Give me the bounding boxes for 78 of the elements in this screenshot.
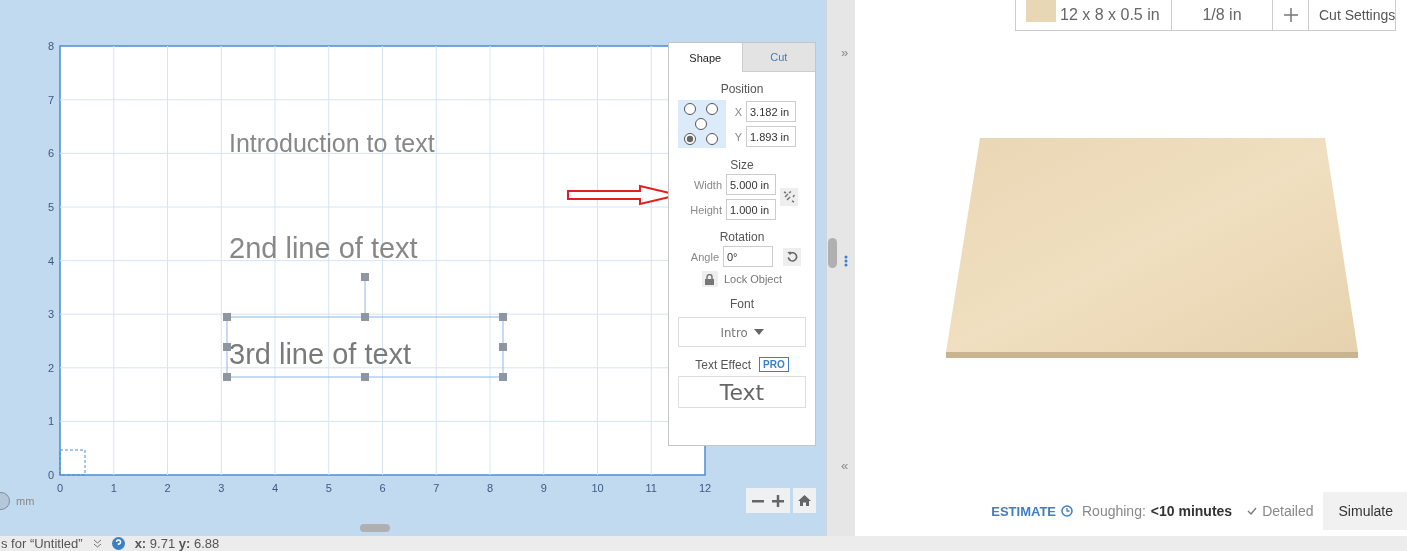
pro-badge: PRO [759,357,789,372]
roughing-time: <10 minutes [1150,503,1233,519]
unit-label: mm [16,495,35,507]
axis-label: 5 [325,482,332,494]
axis-label: 7 [433,482,440,494]
estimate-label: ESTIMATE [991,503,1056,519]
axis-label: 1 [110,482,117,494]
canvas-text[interactable]: Introduction to text [229,129,435,157]
field-label: Angle [689,250,719,263]
axis-label: 3 [47,308,54,321]
width-field[interactable]: 5.000 in [726,174,776,195]
axis-label: 0 [47,469,54,481]
cut-settings-button[interactable]: Cut Settings [1319,7,1396,23]
rotate-icon [786,251,798,262]
plus-icon [772,494,784,507]
axis-label: 8 [486,482,494,494]
material-dimensions[interactable]: 12 x 8 x 0.5 in [1060,6,1160,24]
axis-label: 2 [164,482,171,494]
axis-label: 6 [379,482,386,494]
double-chevron-icon[interactable] [92,539,102,548]
section-title: Font [730,297,754,311]
anchor-selector[interactable] [678,100,726,148]
field-label: X [733,105,742,118]
axis-label: 9 [540,482,547,494]
check-icon [1247,507,1258,515]
axis-label: 10 [591,482,604,494]
height-field[interactable]: 1.000 in [726,199,776,220]
help-icon[interactable] [111,537,125,550]
axis-label: 8 [47,40,54,53]
plus-icon[interactable] [1283,8,1298,22]
axis-label: 2 [47,361,54,374]
clock-icon [1061,505,1073,517]
axis-label: 4 [47,254,54,267]
cursor-coordinates: x: 9.71 y: 6.88 [134,536,220,551]
field-label: Y [733,130,742,143]
canvas-text[interactable]: 2nd line of text [229,232,418,264]
section-title: Position [720,82,764,96]
broken-link-icon [783,191,795,203]
y-position-field[interactable]: 1.893 in [746,126,796,147]
padlock-icon [705,273,715,285]
axis-label: 3 [218,482,225,494]
lock-button[interactable] [701,271,718,287]
scrollbar-thumb[interactable] [360,524,390,532]
axis-label: 12 [698,482,712,494]
wood-swatch [1026,0,1056,22]
lock-object-label: Lock Object [723,273,783,285]
reset-rotation-button[interactable] [783,247,801,266]
section-title: Text Effect [695,357,752,372]
simulate-button[interactable]: Simulate [1322,492,1407,530]
dropdown-caret-icon [753,329,764,335]
axis-label: 0 [56,482,64,494]
section-title: Size [730,158,754,172]
detailed-label[interactable]: Detailed [1262,503,1314,519]
bit-size[interactable]: 1/8 in [1202,6,1242,24]
angle-field[interactable]: 0° [723,246,773,267]
project-title[interactable]: s for “Untitled” [1,536,83,551]
text-effect-preview[interactable]: Text [678,376,806,408]
drag-handle-icon[interactable] [844,255,848,267]
axis-label: 1 [47,415,54,428]
axis-label: 5 [47,201,54,213]
axis-label: 7 [47,93,54,106]
axis-label: 11 [645,482,657,494]
zoom-buttons[interactable] [746,488,790,513]
roughing-label: Roughing: [1082,503,1146,519]
home-button[interactable] [793,488,816,513]
selection-handles[interactable] [223,273,507,381]
home-icon [798,495,811,506]
section-title: Rotation [719,230,765,244]
font-dropdown[interactable]: Intro [678,317,806,347]
axis-label: 6 [47,147,54,160]
panel-tab[interactable]: Cut [741,43,815,72]
scrollbar-thumb[interactable] [828,238,837,268]
axis-label: 4 [271,482,279,494]
field-label: Height [689,203,722,216]
origin-marker [59,449,86,476]
field-label: Width [692,178,722,191]
link-button[interactable] [780,188,798,206]
x-position-field[interactable]: 3.182 in [746,101,796,122]
